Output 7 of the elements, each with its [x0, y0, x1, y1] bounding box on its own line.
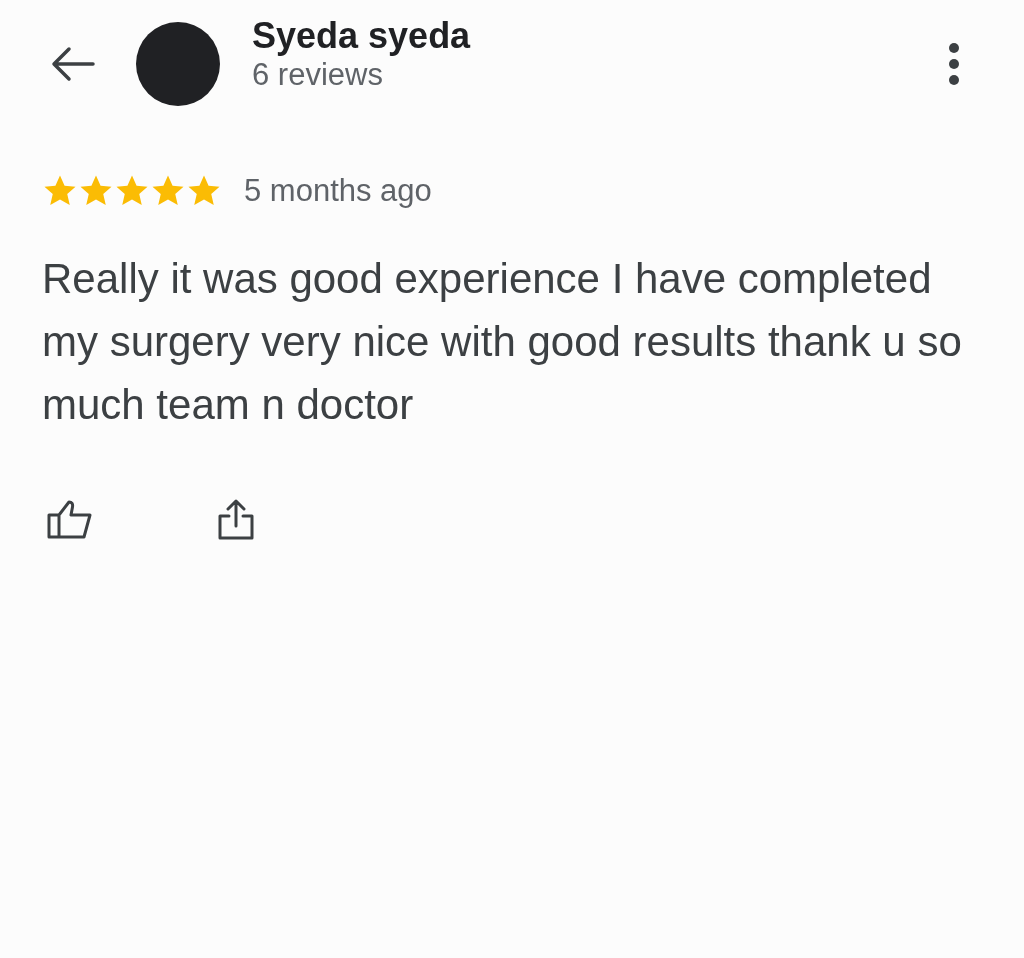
more-vertical-icon	[949, 43, 959, 85]
review-time: 5 months ago	[244, 172, 432, 210]
reviewer-name: Syeda syeda	[252, 15, 472, 57]
back-arrow-icon	[51, 46, 95, 82]
share-icon	[217, 497, 255, 540]
review-count: 6 reviews	[252, 57, 384, 93]
review-text: Really it was good experience I have completed my surgery very nice with good results thank u so much team n doctor	[42, 253, 963, 430]
